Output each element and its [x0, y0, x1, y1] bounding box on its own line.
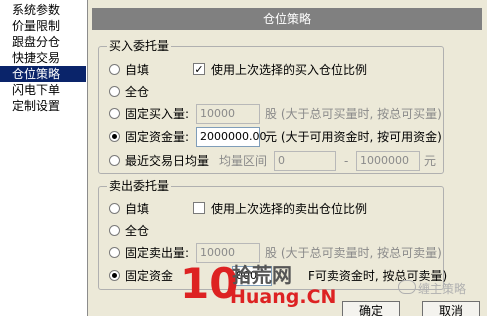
- watermark-logo: 10 拾荒网 Huang.CN: [180, 262, 336, 309]
- buy-fixed-cash-hint: 元 (大于可用资金时, 按可用资金): [265, 130, 442, 144]
- buy-radio-fixed-cash[interactable]: [109, 131, 120, 142]
- sell-radio-fixed-cash[interactable]: [109, 270, 120, 281]
- sell-use-last-checkbox[interactable]: [193, 202, 205, 214]
- sell-use-last-label: 使用上次选择的卖出仓位比例: [211, 202, 368, 216]
- buy-radio-fixed-qty[interactable]: [109, 108, 120, 119]
- buy-group-legend: 买入委托量: [107, 39, 172, 53]
- buy-use-last-checkbox[interactable]: ✓: [193, 63, 205, 75]
- wechat-icon: [398, 280, 416, 294]
- nav-item-system-params[interactable]: 系统参数: [0, 2, 86, 18]
- nav-item-custom-settings[interactable]: 定制设置: [0, 98, 86, 114]
- buy-fixed-cash-input[interactable]: 2000000.00: [196, 127, 266, 147]
- buy-fixed-qty-hint: 股 (大于总可买量时, 按总可买量): [265, 107, 442, 121]
- sell-radio-free[interactable]: [109, 203, 120, 214]
- buy-use-last-label: 使用上次选择的买入仓位比例: [211, 63, 368, 77]
- buy-range-dash: -: [344, 154, 349, 168]
- sell-radio-free-label: 自填: [125, 202, 150, 216]
- sell-fixed-qty-hint: 股 (大于总可卖量时, 按总可卖量): [265, 246, 442, 260]
- watermark-brand: 缠主策略: [418, 282, 467, 296]
- buy-radio-fixed-cash-label: 固定资金量:: [125, 130, 190, 144]
- sell-fixed-cash-hint: F可卖资金时, 按总可卖量): [308, 269, 448, 283]
- sell-radio-fixed-cash-label: 固定资金: [125, 269, 174, 283]
- buy-radio-fixed-qty-label: 固定买入量:: [125, 107, 190, 121]
- settings-nav-list: 系统参数 价量限制 跟盘分仓 快捷交易 仓位策略 闪电下单 定制设置: [0, 0, 88, 316]
- ok-button[interactable]: 确定: [342, 301, 400, 316]
- cancel-button[interactable]: 取消: [422, 301, 480, 316]
- nav-item-position-strategy[interactable]: 仓位策略: [0, 66, 86, 82]
- watermark-en-text: Huang.CN: [230, 286, 337, 308]
- buy-range-label: 均量区间: [219, 154, 268, 168]
- sell-radio-fixed-qty-label: 固定卖出量:: [125, 246, 190, 260]
- buy-radio-free-label: 自填: [125, 63, 150, 77]
- sell-radio-full-label: 全仓: [125, 224, 150, 238]
- nav-item-quick-trade[interactable]: 快捷交易: [0, 50, 86, 66]
- nav-item-follow-split[interactable]: 跟盘分仓: [0, 34, 86, 50]
- watermark-cn-text: 拾荒网: [232, 263, 292, 287]
- buy-range-max-input[interactable]: 1000000: [356, 151, 420, 171]
- buy-radio-free[interactable]: [109, 64, 120, 75]
- nav-item-price-volume-limit[interactable]: 价量限制: [0, 18, 86, 34]
- sell-group-legend: 卖出委托量: [107, 179, 172, 193]
- sell-radio-fixed-qty[interactable]: [109, 247, 120, 258]
- buy-range-min-input[interactable]: 0: [274, 151, 336, 171]
- nav-item-flash-order[interactable]: 闪电下单: [0, 82, 86, 98]
- buy-radio-full[interactable]: [109, 86, 120, 97]
- sell-radio-full[interactable]: [109, 225, 120, 236]
- buy-radio-full-label: 全仓: [125, 85, 150, 99]
- buy-radio-recent-avg[interactable]: [109, 155, 120, 166]
- panel-title: 仓位策略: [92, 8, 482, 30]
- buy-fixed-qty-input[interactable]: 10000: [196, 104, 260, 124]
- buy-radio-recent-avg-label: 最近交易日均量: [125, 154, 210, 168]
- buy-range-unit: 元: [424, 154, 437, 168]
